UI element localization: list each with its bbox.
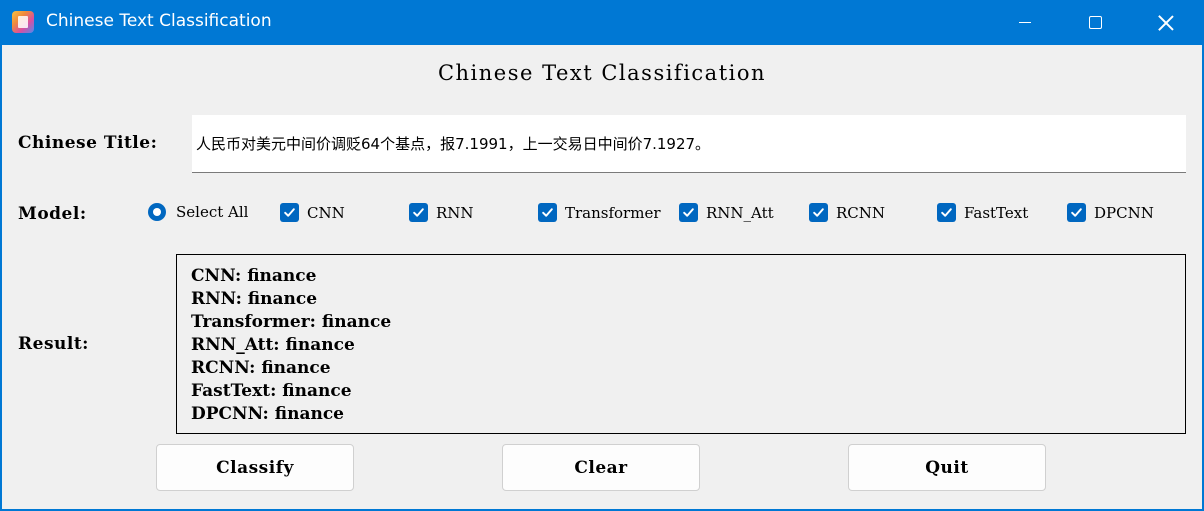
model-checkbox-label: RNN bbox=[436, 203, 474, 222]
result-line: RCNN: finance bbox=[191, 358, 331, 378]
model-checkbox-label: CNN bbox=[307, 203, 345, 222]
checkmark-icon bbox=[538, 203, 557, 222]
model-checkbox-rcnn[interactable]: RCNN bbox=[809, 203, 885, 222]
model-checkbox-rnn-att[interactable]: RNN_Att bbox=[679, 203, 774, 222]
model-checkbox-label: Transformer bbox=[565, 203, 661, 222]
classify-button[interactable]: Classify bbox=[156, 444, 354, 491]
maximize-button[interactable] bbox=[1060, 0, 1130, 45]
main-panel: Chinese Text Classification Chinese Titl… bbox=[2, 45, 1202, 509]
checkmark-icon bbox=[409, 203, 428, 222]
model-label: Model: bbox=[18, 204, 87, 224]
app-logo-icon bbox=[12, 11, 34, 33]
select-all-radio[interactable]: Select All bbox=[148, 203, 248, 221]
page-title: Chinese Text Classification bbox=[437, 61, 767, 85]
result-textbox[interactable]: CNN: finance RNN: finance Transformer: f… bbox=[176, 254, 1186, 434]
model-checkbox-label: FastText bbox=[964, 203, 1029, 222]
result-line: DPCNN: finance bbox=[191, 404, 344, 424]
model-checkbox-transformer[interactable]: Transformer bbox=[538, 203, 661, 222]
result-line: CNN: finance bbox=[191, 266, 317, 286]
model-checkbox-cnn[interactable]: CNN bbox=[280, 203, 345, 222]
model-checkbox-rnn[interactable]: RNN bbox=[409, 203, 474, 222]
result-label: Result: bbox=[18, 334, 89, 354]
minimize-icon bbox=[1019, 21, 1031, 24]
model-checkbox-label: RNN_Att bbox=[706, 203, 774, 222]
clear-button[interactable]: Clear bbox=[502, 444, 700, 491]
maximize-icon bbox=[1088, 16, 1102, 29]
checkmark-icon bbox=[1067, 203, 1086, 222]
title-bar: Chinese Text Classification bbox=[0, 0, 1204, 45]
quit-button[interactable]: Quit bbox=[848, 444, 1046, 491]
checkmark-icon bbox=[280, 203, 299, 222]
model-checkbox-fasttext[interactable]: FastText bbox=[937, 203, 1028, 222]
minimize-button[interactable] bbox=[990, 0, 1060, 45]
close-button[interactable] bbox=[1131, 0, 1201, 45]
chinese-title-label: Chinese Title: bbox=[18, 133, 158, 153]
checkmark-icon bbox=[679, 203, 698, 222]
model-checkbox-label: RCNN bbox=[836, 203, 886, 222]
select-all-label: Select All bbox=[176, 203, 249, 221]
close-icon bbox=[1158, 15, 1174, 31]
model-checkbox-dpcnn[interactable]: DPCNN bbox=[1067, 203, 1154, 222]
radio-selected-icon bbox=[148, 203, 166, 221]
model-checkbox-label: DPCNN bbox=[1094, 203, 1154, 222]
result-line: Transformer: finance bbox=[191, 312, 392, 332]
result-line: RNN: finance bbox=[191, 289, 318, 309]
result-line: RNN_Att: finance bbox=[191, 335, 355, 355]
checkmark-icon bbox=[937, 203, 956, 222]
result-line: FastText: finance bbox=[191, 381, 352, 401]
window-title: Chinese Text Classification bbox=[46, 11, 272, 31]
chinese-title-input[interactable] bbox=[192, 115, 1186, 173]
checkmark-icon bbox=[809, 203, 828, 222]
